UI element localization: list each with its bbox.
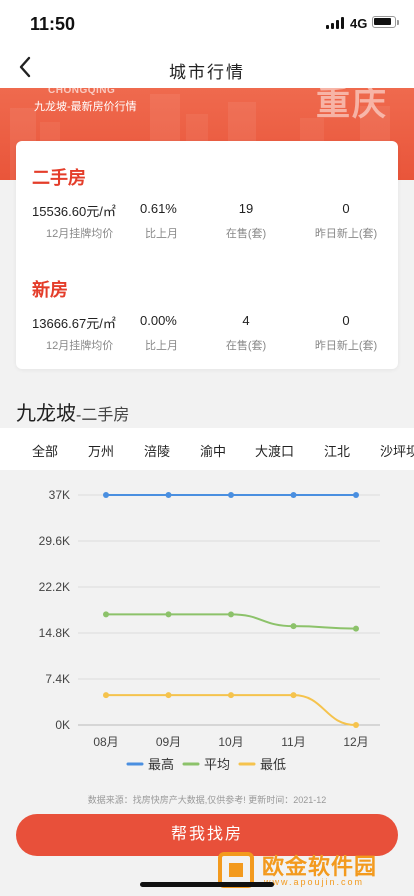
second-hand-new-listed-label: 昨日新上(套) [314,228,378,240]
data-point [228,611,234,618]
status-bar: 11:50 4G [0,0,414,46]
watermark-url: www.apoujin.com [264,877,365,887]
new-house-new-listed: 0 [342,313,350,328]
x-tick-label: 12月 [343,735,368,749]
status-time: 11:50 [30,14,76,34]
second-hand-avg-price: 15536.60元/㎡ [32,204,116,219]
page-title: 城市行情 [169,63,245,82]
banner-city-cn: 重庆 [316,88,388,123]
new-house-on-sale-label: 在售(套) [225,340,267,352]
data-point [165,492,172,498]
x-tick-label: 08月 [93,735,118,749]
data-point [290,492,297,498]
battery-icon [372,16,396,28]
data-point [103,611,109,618]
new-house-new-listed-label: 昨日新上(套) [314,340,378,352]
data-point [353,625,359,632]
tab-shapingba[interactable]: 沙坪坝 [380,441,414,460]
banner-subtitle: 九龙坡-最新房价行情 [34,101,137,113]
y-tick-label: 14.8K [39,626,70,640]
y-tick-label: 22.2K [39,580,70,594]
second-hand-change-label: 比上月 [145,228,178,240]
data-point [353,492,359,498]
second-hand-title: 二手房 [32,168,86,188]
banner-city-en: CHONGQING [48,88,116,96]
new-house-title: 新房 [32,280,68,300]
network-type: 4G [350,16,368,31]
y-tick-label: 37K [49,488,70,502]
x-tick-label: 11月 [281,735,305,749]
data-source-note: 数据来源：找房快房产大数据,仅供参考! 更新时间：2021-12 [87,795,327,805]
y-tick-label: 7.4K [45,672,70,686]
district-tabs: 全部 万州 涪陵 渝中 大渡口 江北 沙坪坝 [0,428,414,470]
second-hand-on-sale-label: 在售(套) [225,228,267,240]
second-hand-avg-price-label: 12月挂牌均价 [46,228,114,240]
tab-fuling[interactable]: 涪陵 [144,441,170,460]
market-summary-card: 二手房 15536.60元/㎡ 0.61% 19 0 12月挂牌均价 比上月 在… [16,141,398,369]
price-trend-chart: 0K 7.4K 14.8K 22.2K 29.6K 37K 08月 09月 10月 11月 12月最… [0,472,414,782]
tab-yuzhong[interactable]: 渝中 [200,441,226,460]
tab-dadukou[interactable]: 大渡口 [255,441,294,460]
second-hand-new-listed: 0 [342,201,350,216]
x-tick-label: 10月 [218,735,243,749]
x-tick-label: 09月 [156,735,181,749]
nav-bar: 城市行情 [0,46,414,88]
district-heading: 九龙坡-二手房 [16,397,129,426]
legend-label: 最低 [260,757,286,772]
data-point [165,692,172,699]
district-name: 九龙坡 [16,403,76,425]
home-indicator [140,882,274,887]
y-tick-label: 0K [55,718,70,732]
new-house-avg-price: 13666.67元/㎡ [32,316,116,331]
data-point [290,692,297,699]
y-tick-label: 29.6K [39,534,70,548]
data-point [165,611,172,618]
new-house-change: 0.00% [140,313,177,328]
new-house-on-sale: 4 [242,313,250,328]
data-point [228,692,234,699]
data-point [353,722,359,728]
tab-all[interactable]: 全部 [32,441,58,460]
battery-tip [397,20,399,25]
new-house-avg-price-label: 12月挂牌均价 [46,340,114,352]
data-point [290,623,297,630]
new-house-change-label: 比上月 [145,340,178,352]
data-point [103,692,109,699]
legend-label: 最高 [148,757,174,772]
data-point [103,492,109,498]
data-point [228,492,234,498]
second-hand-change: 0.61% [140,201,177,216]
tab-wanzhou[interactable]: 万州 [88,441,114,460]
district-suffix: -二手房 [76,407,130,424]
legend-label: 平均 [204,757,230,772]
second-hand-on-sale: 19 [238,201,254,216]
tab-jiangbei[interactable]: 江北 [324,441,350,460]
signal-icon [326,17,346,29]
